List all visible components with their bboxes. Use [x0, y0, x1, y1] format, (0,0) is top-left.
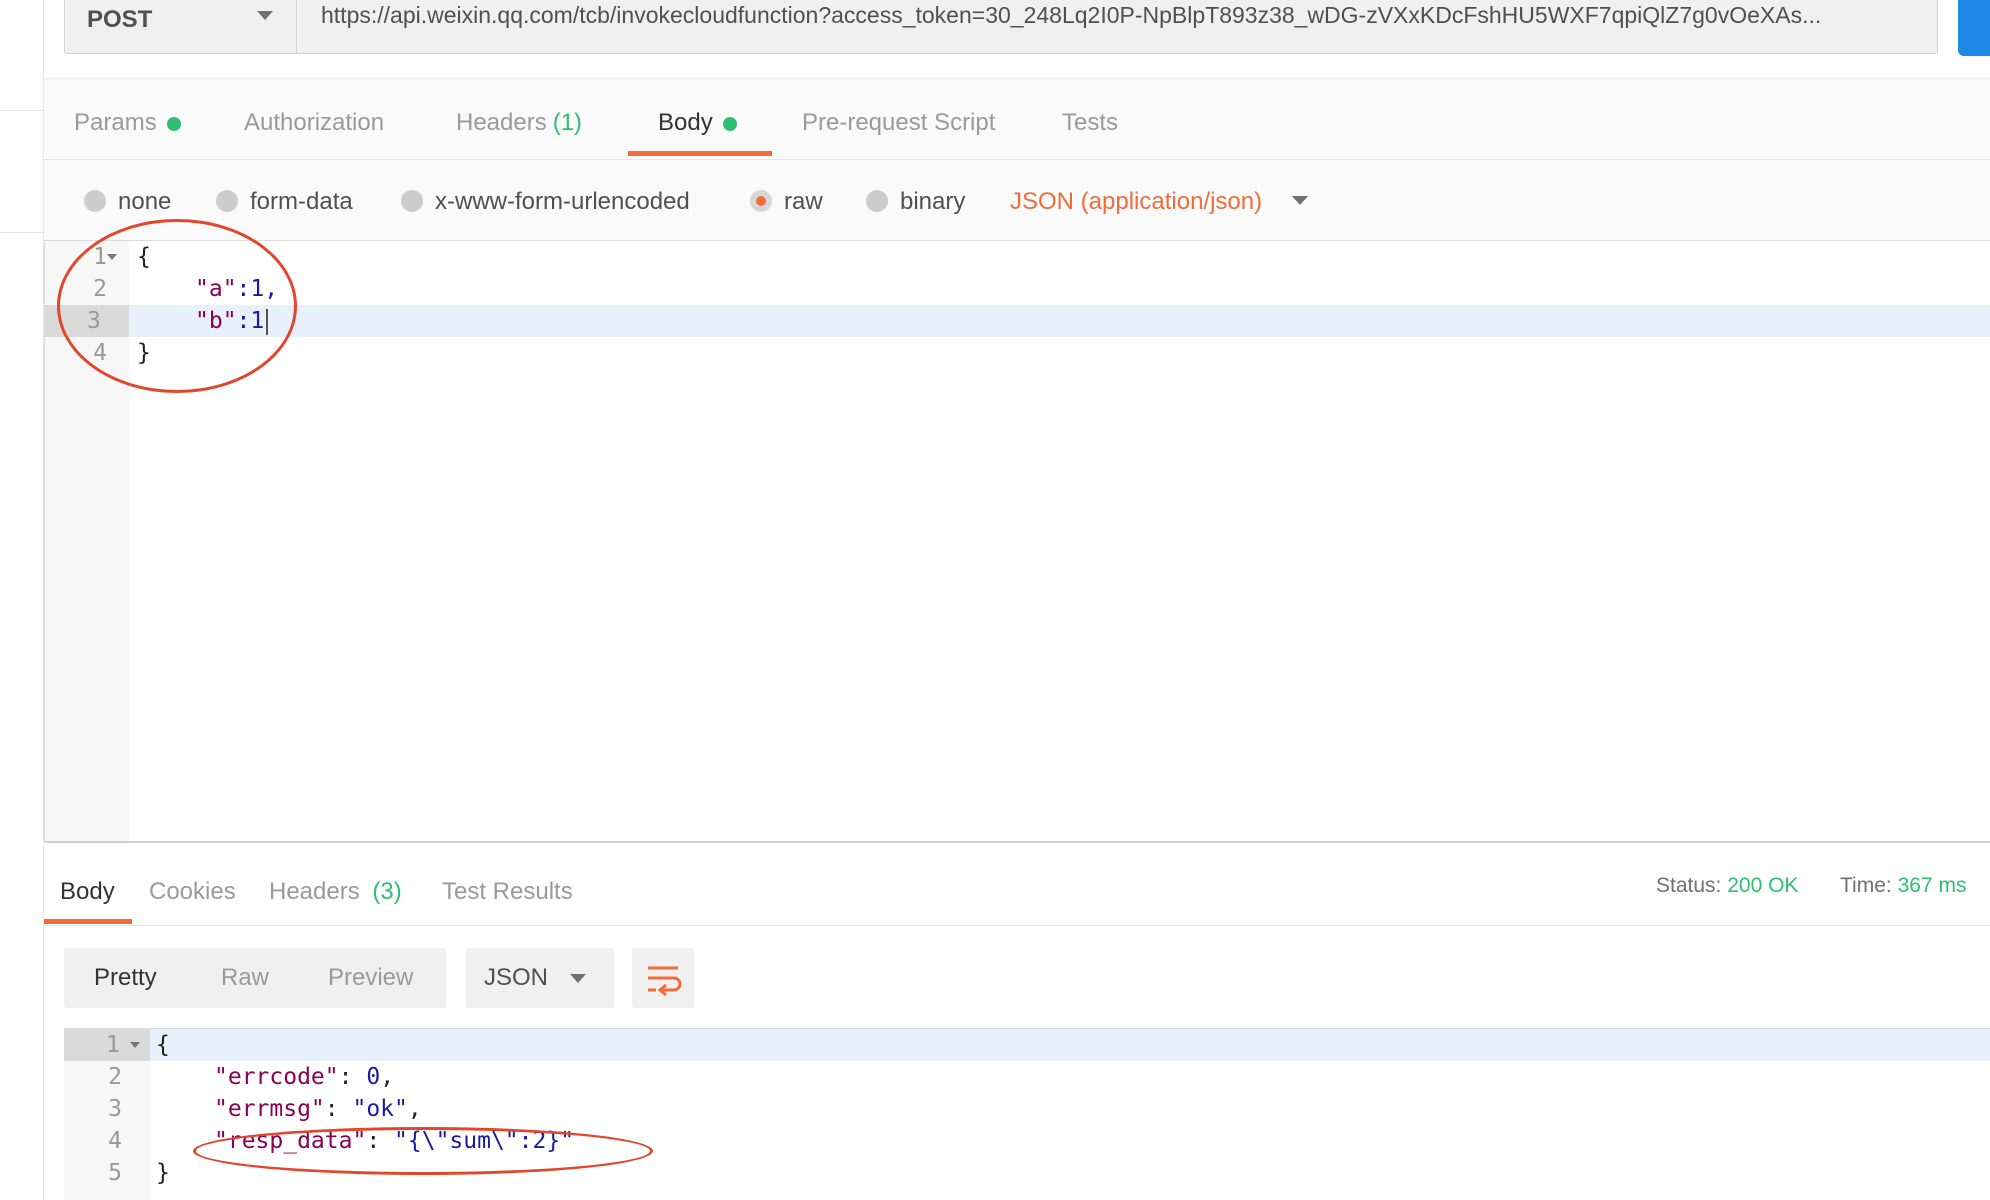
annotation-circle	[193, 1127, 653, 1175]
request-bar: POST https://api.weixin.qq.com/tcb/invok…	[64, 0, 1938, 54]
body-type-options: none form-data x-www-form-urlencoded raw…	[44, 160, 1990, 240]
radio-form-data[interactable]: form-data	[216, 188, 353, 216]
green-dot-icon	[166, 116, 181, 131]
resp-tab-test-results-label: Test Results	[442, 878, 573, 905]
json-key: "errmsg"	[214, 1096, 325, 1122]
radio-circle-icon	[401, 189, 423, 212]
tab-params-label: Params	[74, 109, 157, 136]
radio-raw[interactable]: raw	[750, 188, 823, 216]
tab-headers-count: (1)	[552, 109, 583, 136]
code-line: 2 "errcode": 0,	[64, 1061, 1990, 1093]
time-display: Time: 367 ms	[1840, 874, 1966, 898]
method-label: POST	[87, 6, 153, 33]
json-key: "errcode"	[214, 1064, 339, 1090]
radio-binary-label: binary	[900, 188, 966, 215]
resp-tab-body[interactable]: Body	[60, 878, 115, 906]
resp-tab-cookies-label: Cookies	[149, 878, 236, 905]
tab-body[interactable]: Body	[658, 109, 737, 137]
tab-authorization[interactable]: Authorization	[244, 109, 384, 137]
radio-circle-icon	[216, 189, 238, 212]
fold-arrow-icon[interactable]	[130, 1042, 140, 1048]
method-select[interactable]: POST	[65, 0, 297, 53]
line-number: 2	[108, 1064, 122, 1090]
code-line: 1 {	[45, 241, 1990, 273]
json-sep: :	[324, 1096, 353, 1122]
mode-raw[interactable]: Raw	[221, 964, 269, 992]
radio-selected-icon	[750, 189, 772, 212]
response-tabs: Body Cookies Headers (3) Test Results St…	[44, 862, 1990, 926]
send-button[interactable]	[1958, 0, 1990, 56]
radio-urlencoded-label: x-www-form-urlencoded	[435, 188, 690, 215]
response-toolbar: Pretty Raw Preview JSON	[44, 926, 1990, 1030]
line-number: 4	[108, 1128, 122, 1154]
tab-headers-label: Headers	[456, 109, 547, 136]
wrap-lines-button[interactable]	[632, 948, 694, 1008]
status-display: Status: 200 OK	[1656, 874, 1798, 898]
wrap-lines-icon	[648, 966, 682, 997]
radio-binary[interactable]: binary	[866, 188, 965, 216]
time-label: Time:	[1840, 874, 1892, 897]
chevron-down-icon	[570, 974, 586, 983]
code-line: 3 "errmsg": "ok",	[64, 1093, 1990, 1125]
code-text: {	[156, 1032, 170, 1058]
tab-pre-request-script[interactable]: Pre-request Script	[802, 109, 995, 137]
active-tab-underline	[44, 919, 132, 924]
green-dot-icon	[722, 116, 737, 131]
json-comma: ,	[380, 1064, 395, 1090]
code-line-active: 3 "b":1	[45, 305, 1990, 337]
mode-pretty[interactable]: Pretty	[94, 964, 157, 992]
resp-tab-headers-label: Headers	[269, 878, 360, 905]
radio-urlencoded[interactable]: x-www-form-urlencoded	[401, 188, 690, 216]
json-comma: ,	[407, 1096, 422, 1122]
tab-params[interactable]: Params	[74, 109, 181, 137]
tab-authorization-label: Authorization	[244, 109, 385, 136]
radio-none[interactable]: none	[84, 188, 171, 216]
tab-body-label: Body	[658, 109, 713, 136]
code-line: 4 }	[45, 337, 1990, 369]
request-tabs: Params Authorization Headers (1) Body Pre…	[44, 78, 1990, 160]
resp-tab-test-results[interactable]: Test Results	[442, 878, 573, 906]
resp-tab-headers[interactable]: Headers (3)	[269, 878, 402, 906]
resp-tab-body-label: Body	[60, 878, 115, 905]
line-number: 3	[108, 1096, 122, 1122]
radio-form-data-label: form-data	[250, 188, 353, 215]
radio-circle-icon	[84, 189, 106, 212]
status-label: Status:	[1656, 874, 1722, 897]
sidebar-strip	[0, 0, 44, 1200]
chevron-down-icon	[257, 11, 273, 20]
tab-tests-label: Tests	[1062, 109, 1119, 136]
resp-tab-headers-count: (3)	[372, 878, 402, 905]
radio-circle-icon	[866, 189, 888, 212]
radio-none-label: none	[118, 188, 172, 215]
json-value: 0	[366, 1064, 381, 1090]
response-body-editor[interactable]: 1 { 2 "errcode": 0, 3 "errmsg": "ok", 4 …	[64, 1028, 1990, 1200]
url-input[interactable]: https://api.weixin.qq.com/tcb/invokeclou…	[321, 2, 1921, 29]
code-line-active: 1 {	[64, 1029, 1990, 1061]
code-text: "errmsg": "ok",	[214, 1093, 422, 1125]
code-text: "errcode": 0,	[214, 1061, 394, 1093]
code-text: }	[156, 1160, 170, 1186]
radio-raw-label: raw	[784, 188, 823, 215]
annotation-circle	[57, 219, 297, 393]
time-value: 367 ms	[1897, 874, 1967, 897]
body-format-select[interactable]: JSON (application/json)	[1010, 188, 1262, 216]
resp-tab-cookies[interactable]: Cookies	[149, 878, 236, 906]
chevron-down-icon[interactable]	[1292, 196, 1308, 205]
body-format-label: JSON (application/json)	[1010, 188, 1263, 215]
response-format-label: JSON	[484, 964, 549, 991]
code-line: 2 "a":1,	[45, 273, 1990, 305]
json-sep: :	[338, 1064, 367, 1090]
active-tab-underline	[628, 151, 772, 156]
request-body-editor[interactable]: 1 { 2 "a":1, 3 "b":1 4 }	[44, 240, 1990, 843]
mode-preview[interactable]: Preview	[328, 964, 413, 992]
json-value: "ok"	[352, 1096, 408, 1122]
tab-pre-request-label: Pre-request Script	[802, 109, 996, 136]
response-format-select[interactable]: JSON	[466, 948, 614, 1008]
status-value: 200 OK	[1727, 874, 1799, 897]
line-number: 5	[108, 1160, 122, 1186]
tab-headers[interactable]: Headers (1)	[456, 109, 582, 137]
view-mode-group: Pretty Raw Preview	[64, 948, 446, 1008]
tab-tests[interactable]: Tests	[1062, 109, 1118, 137]
